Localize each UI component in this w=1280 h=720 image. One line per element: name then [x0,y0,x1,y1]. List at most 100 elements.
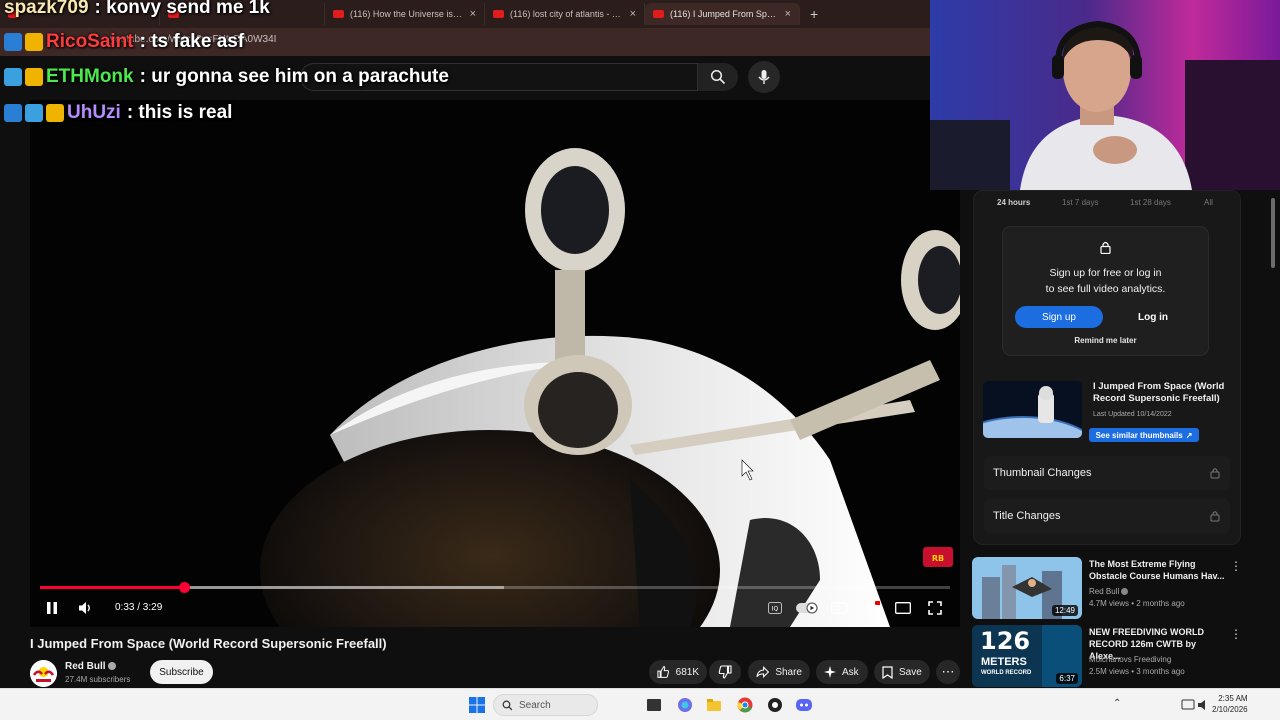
scrubber-handle[interactable] [178,582,190,593]
chrome-icon[interactable] [737,697,753,713]
more-options-icon[interactable]: ⋮ [1230,559,1242,573]
range-tab-7d[interactable]: 1st 7 days [1062,198,1098,207]
captions-button[interactable]: CC [830,596,848,620]
mute-button[interactable] [75,596,97,620]
streamer-webcam [930,0,1280,190]
recommended-video[interactable]: 12:49 The Most Extreme Flying Obstacle C… [972,557,1242,621]
save-button[interactable]: Save [874,660,930,684]
tab-title: (116) How the Universe is Way [350,9,464,19]
app-icon[interactable] [767,697,783,713]
copilot-icon[interactable] [677,697,693,713]
taskbar-search-placeholder: Search [519,699,551,711]
video-channel[interactable]: Red Bull [1089,587,1129,596]
dislike-button[interactable] [709,660,741,684]
title-changes-row[interactable]: Title Changes [984,499,1230,533]
chat-username: ETHMonk [46,66,134,87]
theater-mode-button[interactable] [893,596,913,620]
log-in-button[interactable]: Log in [1113,306,1193,328]
theater-icon [895,602,911,614]
captions-icon: CC [831,602,847,614]
video-thumbnail[interactable]: 126 METERS WORLD RECORD 6:37 [972,625,1082,687]
video-thumbnail[interactable]: 12:49 [972,557,1082,619]
progress-bar[interactable] [40,582,950,593]
tab-universe[interactable]: (116) How the Universe is Way × [325,3,485,25]
subscribe-button[interactable]: Subscribe [150,660,213,684]
thumbnail-changes-row[interactable]: Thumbnail Changes [984,456,1230,490]
verified-icon [108,662,117,671]
thumbs-up-icon [657,666,670,678]
player-controls: 0:33 / 3:29 IQ CC [30,594,960,622]
more-icon: ⋯ [941,664,955,679]
ask-button[interactable]: Ask [816,660,868,684]
file-explorer-icon[interactable] [706,697,722,713]
row-label: Title Changes [993,510,1061,522]
see-similar-thumbnails-button[interactable]: See similar thumbnails ↗ [1089,428,1199,442]
channel-text[interactable]: Red Bull [1089,587,1119,596]
scrollbar-thumb[interactable] [1271,198,1275,268]
tray-chevron-icon[interactable]: ⌃ [1113,698,1121,709]
lock-icon [1210,468,1220,479]
windows-start-icon[interactable] [469,697,485,713]
youtube-favicon-icon [333,10,344,18]
autoplay-toggle-icon [796,602,818,614]
lock-icon [1210,511,1220,522]
more-actions-button[interactable]: ⋯ [936,660,960,684]
share-button[interactable]: Share [748,660,810,684]
close-tab-icon[interactable]: × [785,8,791,20]
tab-title: (116) I Jumped From Space [670,9,779,19]
screen: { "browser": { "tabs": [ {"title": "(116… [0,0,1280,720]
like-button[interactable]: 681K [649,660,707,684]
video-player[interactable]: RB 0:33 / 3:29 IQ CC [30,100,960,627]
taskbar-search[interactable]: Search [493,694,598,716]
recommended-video[interactable]: 126 METERS WORLD RECORD 6:37 NEW FREEDIV… [972,625,1242,689]
hammer-badge-icon [4,104,22,122]
analytics-overlay-button[interactable]: IQ [765,596,785,620]
youtube-favicon-icon [493,10,504,18]
clock-time: 2:35 AM [1218,694,1248,703]
system-clock[interactable]: 2:35 AM 2/10/2026 [1212,693,1248,715]
page-scrollbar[interactable] [1270,190,1276,688]
chat-message: RicoSaint: ts fake asf [4,31,244,53]
channel-name[interactable]: Red Bull [65,661,117,672]
hammer-badge-icon [4,33,22,51]
video-channel[interactable]: Molchanovs Freediving [1089,655,1171,664]
autoplay-toggle[interactable] [795,596,819,620]
analytics-thumbnail[interactable] [983,381,1082,438]
video-duration: 12:49 [1051,605,1078,616]
terminal-icon[interactable] [646,697,662,713]
chat-message: spazk709: konvy send me 1k [4,0,270,19]
video-duration: 6:37 [1056,673,1078,684]
video-title[interactable]: The Most Extreme Flying Obstacle Course … [1089,558,1229,582]
pause-icon [47,602,57,614]
new-tab-icon[interactable]: + [810,6,818,22]
similar-label: See similar thumbnails [1095,430,1183,440]
search-icon [710,69,726,85]
pause-button[interactable] [42,596,62,620]
chat-username: UhUzi [67,102,121,123]
tab-atlantis[interactable]: (116) lost city of atlantis - YouT × [485,3,645,25]
close-tab-icon[interactable]: × [630,8,636,20]
discord-icon[interactable] [796,697,812,713]
speaker-icon[interactable] [1196,697,1212,713]
range-tab-28d[interactable]: 1st 28 days [1130,198,1171,207]
tab-jumped-from-space[interactable]: (116) I Jumped From Space × [645,3,800,25]
voice-search-button[interactable] [748,61,780,93]
chat-text: : this is real [126,102,233,123]
remind-later-link[interactable]: Remind me later [1003,336,1208,345]
search-button[interactable] [698,63,738,91]
video-frame: RB [30,100,960,627]
more-options-icon[interactable]: ⋮ [1230,627,1242,641]
channel-avatar[interactable] [30,660,57,687]
fullscreen-button[interactable] [925,596,945,620]
sign-up-button[interactable]: Sign up [1015,306,1103,328]
row-label: Thumbnail Changes [993,467,1092,479]
external-link-icon: ↗ [1185,430,1193,440]
range-tab-all[interactable]: All [1204,198,1213,207]
network-icon[interactable] [1180,697,1196,713]
range-tab-24h[interactable]: 24 hours [997,198,1030,207]
channel-name-text[interactable]: Red Bull [65,661,106,672]
last-updated: Last Updated 10/14/2022 [1093,411,1172,418]
settings-button[interactable] [862,596,882,620]
crown-badge-icon [25,68,43,86]
close-tab-icon[interactable]: × [470,8,476,20]
